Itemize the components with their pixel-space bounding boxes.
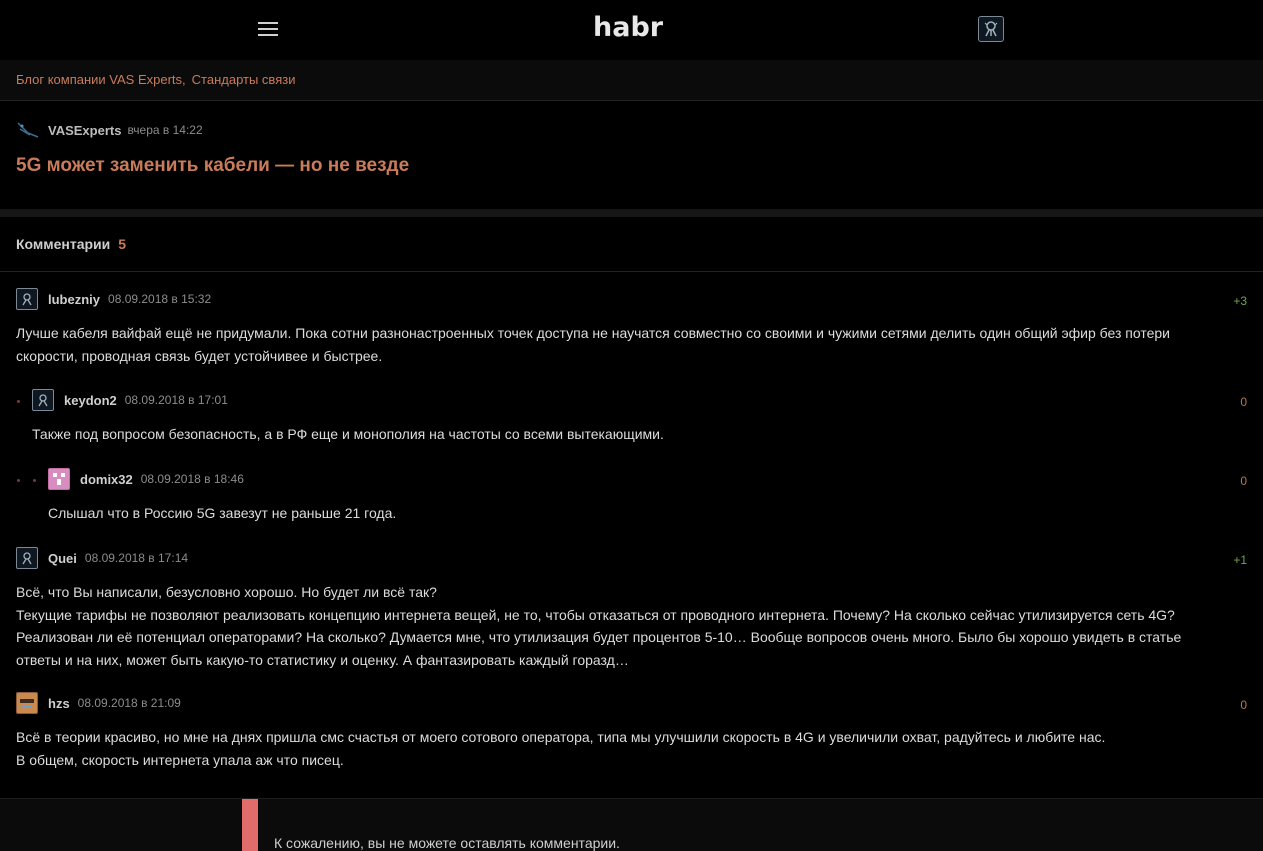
comment-text: Слышал что в Россию 5G завезут не раньше… [48, 502, 396, 525]
hub-separator: , [182, 72, 186, 87]
comment-form-area: К сожалению, вы не можете оставлять комм… [0, 798, 1263, 851]
comment-meta: hzs 08.09.2018 в 21:09 [16, 692, 181, 714]
comment-line: скорости, проводная связь будет устойчив… [16, 347, 383, 364]
comment-score: 0 [1240, 698, 1247, 712]
comment-line: В общем, скорость интернета упала аж что… [16, 751, 344, 768]
comment-line: Лучше кабеля вайфай ещё не придумали. По… [16, 325, 1171, 341]
comment-time[interactable]: 08.09.2018 в 17:14 [85, 551, 188, 565]
user-avatar-icon[interactable] [48, 468, 70, 490]
hub-link-vas-experts[interactable]: Блог компании VAS Experts [16, 72, 182, 87]
comment-line: Всё, что Вы написали, безусловно хорошо.… [16, 584, 437, 600]
hub-link-standards[interactable]: Стандарты связи [192, 72, 296, 87]
comment-meta: lubezniy 08.09.2018 в 15:32 [16, 288, 211, 310]
user-avatar-icon[interactable] [16, 547, 38, 569]
comment-line: Всё в теории красиво, но мне на днях при… [16, 729, 1106, 745]
comment-text: Всё в теории красиво, но мне на днях при… [16, 726, 1105, 771]
comment-username[interactable]: keydon2 [64, 393, 117, 408]
comment-text: Лучше кабеля вайфай ещё не придумали. По… [16, 322, 1170, 367]
post-meta: VASExperts вчера в 14:22 [16, 121, 203, 139]
company-logo-icon[interactable] [16, 121, 40, 139]
comment-username[interactable]: Quei [48, 551, 77, 566]
comment-time[interactable]: 08.09.2018 в 18:46 [141, 472, 244, 486]
comment-meta: domix32 08.09.2018 в 18:46 [48, 468, 244, 490]
comment-line: Текущие тарифы не позволяют реализовать … [16, 606, 1175, 623]
comment-time[interactable]: 08.09.2018 в 21:09 [78, 696, 181, 710]
comment-line: Также под вопросом безопасность, а в РФ … [32, 426, 664, 442]
habr-logo[interactable]: habr [593, 12, 663, 43]
hubs-bar: Блог компании VAS Experts, Стандарты связ… [0, 60, 1263, 101]
post-author[interactable]: VASExperts [48, 123, 121, 138]
comment-line: ответы и на них, может быть какую-то ста… [16, 651, 629, 668]
comment-line: Слышал что в Россию 5G завезут не раньше… [48, 505, 397, 521]
hamburger-menu-icon[interactable] [258, 22, 278, 38]
comment-time[interactable]: 08.09.2018 в 17:01 [125, 393, 228, 407]
user-avatar-icon[interactable] [16, 288, 38, 310]
user-avatar-icon[interactable] [32, 389, 54, 411]
comment-time[interactable]: 08.09.2018 в 15:32 [108, 292, 211, 306]
comments-disabled-notice: К сожалению, вы не можете оставлять комм… [274, 835, 620, 851]
comment-username[interactable]: lubezniy [48, 292, 100, 307]
post-title[interactable]: 5G может заменить кабели — но не везде [16, 155, 409, 177]
comment-score: +3 [1233, 294, 1247, 308]
post-time: вчера в 14:22 [127, 123, 203, 137]
comment-meta: Quei 08.09.2018 в 17:14 [16, 547, 188, 569]
comment-score: 0 [1240, 395, 1247, 409]
comment-line: Реализован ли её потенциал операторами? … [16, 629, 1182, 645]
thread-level-dot [17, 479, 20, 482]
notice-accent-bar [242, 799, 258, 851]
post-header: VASExperts вчера в 14:22 5G может замени… [0, 101, 1263, 217]
comment-text: Также под вопросом безопасность, а в РФ … [32, 423, 664, 446]
comment-username[interactable]: domix32 [80, 472, 133, 487]
comment-meta: keydon2 08.09.2018 в 17:01 [32, 389, 228, 411]
user-avatar-icon[interactable] [978, 16, 1004, 42]
user-avatar-icon[interactable] [16, 692, 38, 714]
comments-count: 5 [118, 236, 127, 252]
top-bar: habr [0, 0, 1263, 60]
comments-header: Комментарии 5 [0, 217, 1263, 272]
comment-score: +1 [1233, 553, 1247, 567]
comments-label: Комментарии [16, 236, 111, 252]
comment-username[interactable]: hzs [48, 696, 70, 711]
thread-level-dot [17, 400, 20, 403]
comment-text: Всё, что Вы написали, безусловно хорошо.… [16, 581, 1181, 671]
comment-score: 0 [1240, 474, 1247, 488]
thread-level-dot [33, 479, 36, 482]
